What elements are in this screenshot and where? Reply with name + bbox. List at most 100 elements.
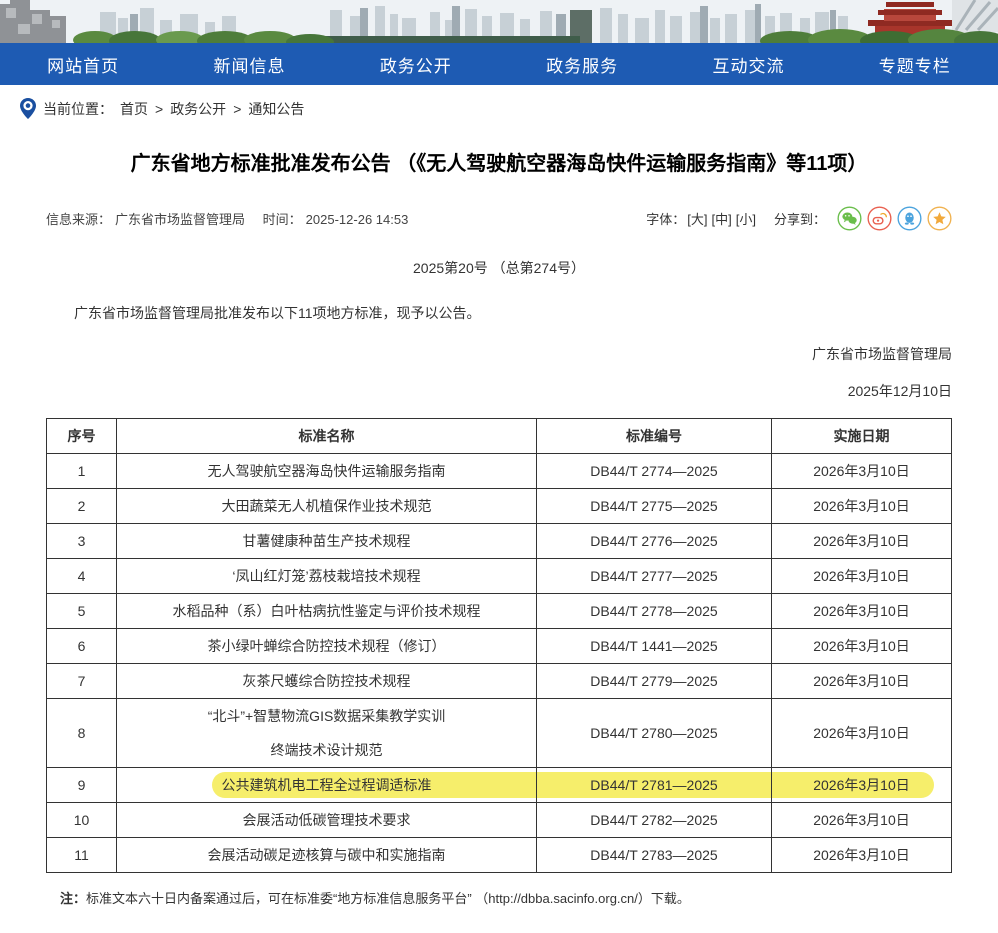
cell-standard-code: DB44/T 2774—2025 xyxy=(537,454,772,489)
header-standard-code: 标准编号 xyxy=(537,419,772,454)
cell-standard-name: 甘薯健康种苗生产技术规程 xyxy=(117,524,537,559)
breadcrumb-notices[interactable]: 通知公告 xyxy=(248,99,304,119)
footnote: 注：标准文本六十日内备案通过后，可在标准委“地方标准信息服务平台” （http:… xyxy=(60,888,952,907)
nav-item-special-columns[interactable]: 专题专栏 xyxy=(832,43,998,85)
breadcrumb-separator: > xyxy=(155,101,163,117)
nav-item-gov-disclosure[interactable]: 政务公开 xyxy=(333,43,499,85)
cell-standard-name: 灰茶尺蠖综合防控技术规程 xyxy=(117,664,537,699)
table-row: 1 无人驾驶航空器海岛快件运输服务指南 DB44/T 2774—2025 202… xyxy=(47,454,952,489)
cell-standard-name: 公共建筑机电工程全过程调适标准 xyxy=(117,768,537,803)
wechat-share-icon[interactable] xyxy=(837,206,862,231)
font-and-share-controls: 字体： [大] [中] [小] 分享到： xyxy=(646,206,952,231)
nav-item-home[interactable]: 网站首页 xyxy=(0,43,166,85)
standards-table: 序号 标准名称 标准编号 实施日期 1 无人驾驶航空器海岛快件运输服务指南 DB… xyxy=(46,418,952,873)
breadcrumb-home[interactable]: 首页 xyxy=(120,99,148,119)
cell-standard-code: DB44/T 2776—2025 xyxy=(537,524,772,559)
table-row: 2 大田蔬菜无人机植保作业技术规范 DB44/T 2775—2025 2026年… xyxy=(47,489,952,524)
document-number: 2025第20号 （总第274号） xyxy=(46,258,952,278)
table-row: 7 灰茶尺蠖综合防控技术规程 DB44/T 2779—2025 2026年3月1… xyxy=(47,664,952,699)
cell-standard-code: DB44/T 2778—2025 xyxy=(537,594,772,629)
font-size-large-button[interactable]: [大] xyxy=(687,209,707,228)
cell-impl-date: 2026年3月10日 xyxy=(772,699,952,768)
cell-serial: 11 xyxy=(47,838,117,873)
cell-standard-code: DB44/T 2779—2025 xyxy=(537,664,772,699)
cell-impl-date: 2026年3月10日 xyxy=(772,629,952,664)
table-row: 10 会展活动低碳管理技术要求 DB44/T 2782—2025 2026年3月… xyxy=(47,803,952,838)
cell-standard-code: DB44/T 2777—2025 xyxy=(537,559,772,594)
share-label: 分享到： xyxy=(774,209,826,228)
issue-date: 2025年12月10日 xyxy=(46,381,952,401)
favorite-star-icon[interactable] xyxy=(927,206,952,231)
time-label: 时间： xyxy=(263,212,302,227)
font-size-medium-button[interactable]: [中] xyxy=(712,209,732,228)
cell-serial: 2 xyxy=(47,489,117,524)
source-value: 广东省市场监督管理局 xyxy=(115,212,245,227)
cell-standard-name: ‘凤山红灯笼’荔枝栽培技术规程 xyxy=(117,559,537,594)
header-serial: 序号 xyxy=(47,419,117,454)
page-title: 广东省地方标准批准发布公告 （《无人驾驶航空器海岛快件运输服务指南》等11项） xyxy=(56,150,942,178)
qq-share-icon[interactable] xyxy=(897,206,922,231)
announcement-body: 广东省市场监督管理局批准发布以下11项地方标准，现予以公告。 xyxy=(46,302,952,324)
cell-serial: 10 xyxy=(47,803,117,838)
cell-impl-date: 2026年3月10日 xyxy=(772,489,952,524)
cell-serial: 3 xyxy=(47,524,117,559)
table-row: 8 “北斗”+智慧物流GIS数据采集教学实训 终端技术设计规范 DB44/T 2… xyxy=(47,699,952,768)
nav-item-news[interactable]: 新闻信息 xyxy=(166,43,332,85)
issuer-name: 广东省市场监督管理局 xyxy=(46,344,952,364)
header-impl-date: 实施日期 xyxy=(772,419,952,454)
table-header-row: 序号 标准名称 标准编号 实施日期 xyxy=(47,419,952,454)
header-standard-name: 标准名称 xyxy=(117,419,537,454)
cell-standard-name: 茶小绿叶蝉综合防控技术规程（修订） xyxy=(117,629,537,664)
location-pin-icon xyxy=(20,98,36,119)
cell-impl-date: 2026年3月10日 xyxy=(772,768,952,803)
cell-impl-date: 2026年3月10日 xyxy=(772,594,952,629)
table-row: 6 茶小绿叶蝉综合防控技术规程（修订） DB44/T 1441—2025 202… xyxy=(47,629,952,664)
cell-serial: 1 xyxy=(47,454,117,489)
table-wrap: 序号 标准名称 标准编号 实施日期 1 无人驾驶航空器海岛快件运输服务指南 DB… xyxy=(46,418,952,873)
breadcrumb-gov-disclosure[interactable]: 政务公开 xyxy=(170,99,226,119)
cell-serial: 6 xyxy=(47,629,117,664)
article: 广东省地方标准批准发布公告 （《无人驾驶航空器海岛快件运输服务指南》等11项） … xyxy=(0,150,998,907)
cell-serial: 4 xyxy=(47,559,117,594)
cell-standard-code: DB44/T 2783—2025 xyxy=(537,838,772,873)
cell-impl-date: 2026年3月10日 xyxy=(772,803,952,838)
font-size-small-button[interactable]: [小] xyxy=(736,209,756,228)
cell-impl-date: 2026年3月10日 xyxy=(772,559,952,594)
table-row: 11 会展活动碳足迹核算与碳中和实施指南 DB44/T 2783—2025 20… xyxy=(47,838,952,873)
table-row: 5 水稻品种（系）白叶枯病抗性鉴定与评价技术规程 DB44/T 2778—202… xyxy=(47,594,952,629)
cell-standard-name: 会展活动碳足迹核算与碳中和实施指南 xyxy=(117,838,537,873)
table-row: 9 公共建筑机电工程全过程调适标准 DB44/T 2781—2025 2026年… xyxy=(47,768,952,803)
nav-item-gov-services[interactable]: 政务服务 xyxy=(499,43,665,85)
footnote-label: 注： xyxy=(60,891,86,906)
table-row: 4 ‘凤山红灯笼’荔枝栽培技术规程 DB44/T 2777—2025 2026年… xyxy=(47,559,952,594)
cell-standard-name: 水稻品种（系）白叶枯病抗性鉴定与评价技术规程 xyxy=(117,594,537,629)
source-label: 信息来源： xyxy=(46,212,111,227)
breadcrumb-separator: > xyxy=(233,101,241,117)
cell-standard-name: 无人驾驶航空器海岛快件运输服务指南 xyxy=(117,454,537,489)
cell-standard-code: DB44/T 1441—2025 xyxy=(537,629,772,664)
cell-impl-date: 2026年3月10日 xyxy=(772,524,952,559)
cell-impl-date: 2026年3月10日 xyxy=(772,664,952,699)
breadcrumb-label: 当前位置： xyxy=(43,99,113,119)
time-value: 2025-12-26 14:53 xyxy=(306,212,409,227)
article-source-time: 信息来源： 广东省市场监督管理局 时间： 2025-12-26 14:53 xyxy=(46,209,412,228)
article-meta: 信息来源： 广东省市场监督管理局 时间： 2025-12-26 14:53 字体： … xyxy=(46,206,952,231)
banner-image xyxy=(0,0,998,43)
weibo-share-icon[interactable] xyxy=(867,206,892,231)
cell-standard-code: DB44/T 2782—2025 xyxy=(537,803,772,838)
cell-standard-name: “北斗”+智慧物流GIS数据采集教学实训 终端技术设计规范 xyxy=(117,699,537,768)
city-skyline-graphic xyxy=(0,0,998,43)
cell-standard-code: DB44/T 2781—2025 xyxy=(537,768,772,803)
cell-serial: 7 xyxy=(47,664,117,699)
cell-standard-name: 大田蔬菜无人机植保作业技术规范 xyxy=(117,489,537,524)
cell-impl-date: 2026年3月10日 xyxy=(772,454,952,489)
cell-standard-name: 会展活动低碳管理技术要求 xyxy=(117,803,537,838)
standards-table-body: 1 无人驾驶航空器海岛快件运输服务指南 DB44/T 2774—2025 202… xyxy=(47,454,952,873)
cell-standard-code: DB44/T 2775—2025 xyxy=(537,489,772,524)
cell-serial: 5 xyxy=(47,594,117,629)
main-nav: 网站首页 新闻信息 政务公开 政务服务 互动交流 专题专栏 xyxy=(0,43,998,85)
cell-serial: 8 xyxy=(47,699,117,768)
font-size-label: 字体： xyxy=(646,209,685,228)
nav-item-interaction[interactable]: 互动交流 xyxy=(665,43,831,85)
footnote-text: 标准文本六十日内备案通过后，可在标准委“地方标准信息服务平台” （http://… xyxy=(86,891,690,906)
